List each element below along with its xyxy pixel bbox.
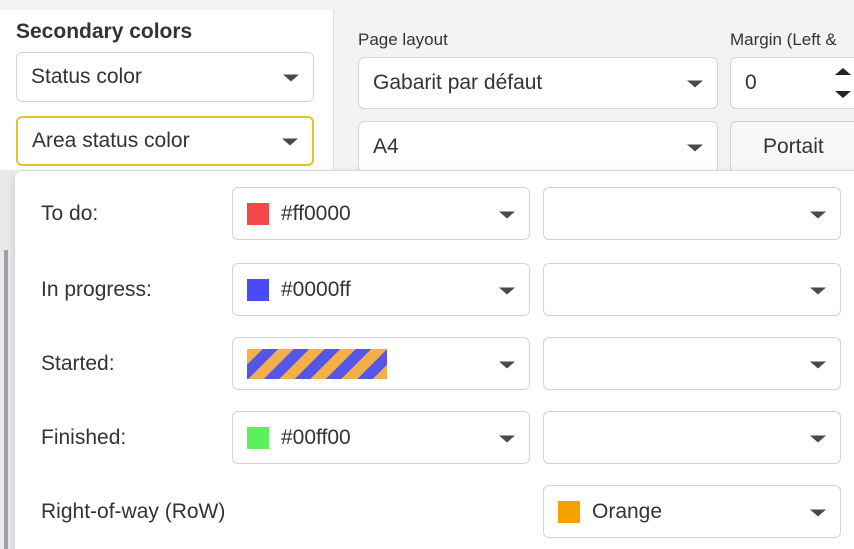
todo-color-dropdown[interactable]: #ff0000: [232, 187, 530, 240]
started-secondary-dropdown[interactable]: [543, 337, 841, 390]
chevron-down-icon: [810, 435, 826, 443]
chevron-down-icon: [283, 74, 299, 82]
in-progress-color-dropdown[interactable]: #0000ff: [232, 263, 530, 316]
right-of-way-color-value: Orange: [592, 499, 663, 523]
secondary-colors-title: Secondary colors: [16, 20, 193, 43]
area-status-color-value: Area status color: [32, 129, 190, 152]
todo-secondary-dropdown[interactable]: [543, 187, 841, 240]
status-row-label: Finished:: [41, 426, 127, 449]
color-swatch: [247, 426, 269, 449]
chevron-down-icon: [687, 80, 703, 88]
color-swatch: [247, 278, 269, 301]
status-color-value: Status color: [31, 65, 142, 88]
scroll-indicator: [4, 250, 8, 549]
chevron-down-icon: [810, 361, 826, 369]
right-of-way-label: Right-of-way (RoW): [41, 500, 226, 523]
started-color-dropdown[interactable]: [232, 337, 530, 390]
chevron-down-icon: [687, 144, 703, 152]
area-status-color-dropdown[interactable]: Area status color: [16, 116, 314, 166]
right-of-way-color-dropdown[interactable]: Orange: [543, 485, 841, 538]
in-progress-color-value: #0000ff: [281, 277, 351, 301]
chevron-down-icon: [499, 287, 515, 295]
status-row-label: In progress:: [41, 278, 152, 301]
page-template-dropdown[interactable]: Gabarit par défaut: [358, 57, 718, 109]
striped-pattern-swatch: [247, 348, 387, 379]
stepper-up-icon[interactable]: [835, 68, 851, 75]
chevron-down-icon: [810, 287, 826, 295]
chevron-down-icon: [810, 509, 826, 517]
chevron-down-icon: [810, 211, 826, 219]
stepper-down-icon[interactable]: [835, 91, 851, 98]
chevron-down-icon: [282, 138, 298, 146]
paper-size-value: A4: [373, 135, 399, 158]
page-template-value: Gabarit par défaut: [373, 71, 543, 94]
page-layout-label: Page layout: [358, 30, 448, 49]
color-swatch: [247, 202, 269, 225]
chevron-down-icon: [499, 435, 515, 443]
orientation-button[interactable]: Portait: [730, 121, 854, 173]
finished-color-value: #00ff00: [281, 425, 351, 449]
margin-label: Margin (Left &: [730, 30, 837, 49]
finished-color-dropdown[interactable]: #00ff00: [232, 411, 530, 464]
todo-color-value: #ff0000: [281, 201, 351, 225]
chevron-down-icon: [499, 361, 515, 369]
in-progress-secondary-dropdown[interactable]: [543, 263, 841, 316]
margin-left-stepper[interactable]: 0: [730, 57, 854, 109]
chevron-down-icon: [499, 211, 515, 219]
finished-secondary-dropdown[interactable]: [543, 411, 841, 464]
status-row-label: To do:: [41, 202, 99, 225]
paper-size-dropdown[interactable]: A4: [358, 121, 718, 173]
status-color-dropdown[interactable]: Status color: [16, 52, 314, 102]
orientation-button-label: Portait: [763, 135, 824, 158]
color-swatch: [558, 500, 580, 523]
status-row-label: Started:: [41, 352, 115, 375]
